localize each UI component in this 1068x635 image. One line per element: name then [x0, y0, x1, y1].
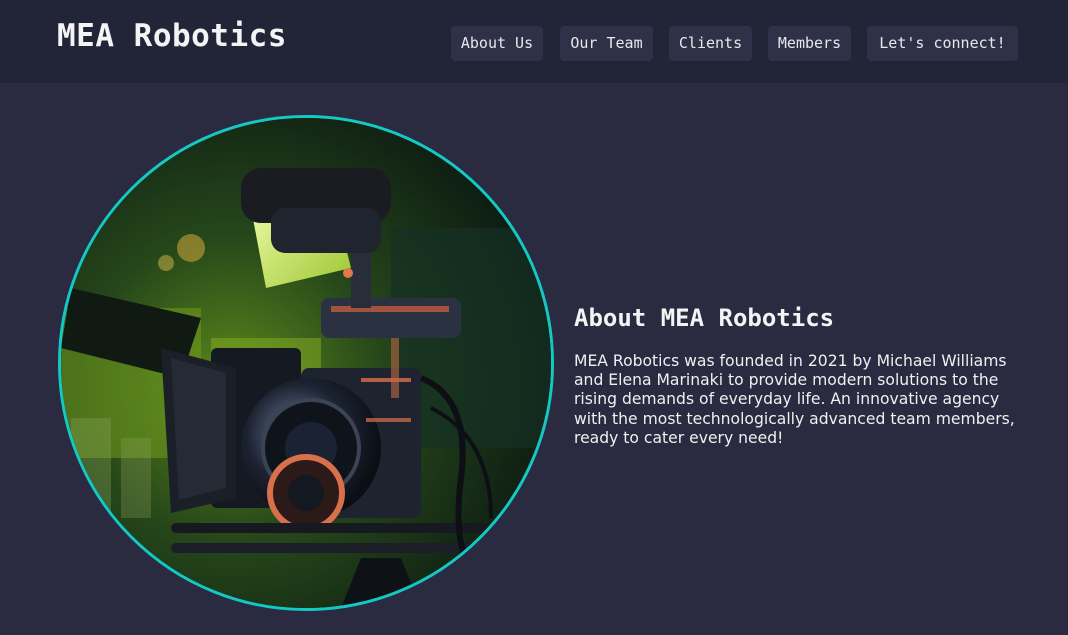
nav-our-team[interactable]: Our Team — [560, 26, 653, 61]
camera-photo — [58, 115, 554, 611]
about-heading: About MEA Robotics — [574, 304, 835, 332]
nav-about-us[interactable]: About Us — [451, 26, 543, 61]
nav-lets-connect[interactable]: Let's connect! — [867, 26, 1018, 61]
nav-clients[interactable]: Clients — [669, 26, 752, 61]
brand-logo-text[interactable]: MEA Robotics — [57, 14, 287, 58]
header-bar: MEA Robotics About Us Our Team Clients M… — [0, 0, 1068, 83]
nav-members[interactable]: Members — [768, 26, 851, 61]
camera-illustration — [61, 118, 551, 608]
about-paragraph: MEA Robotics was founded in 2021 by Mich… — [574, 352, 1015, 447]
